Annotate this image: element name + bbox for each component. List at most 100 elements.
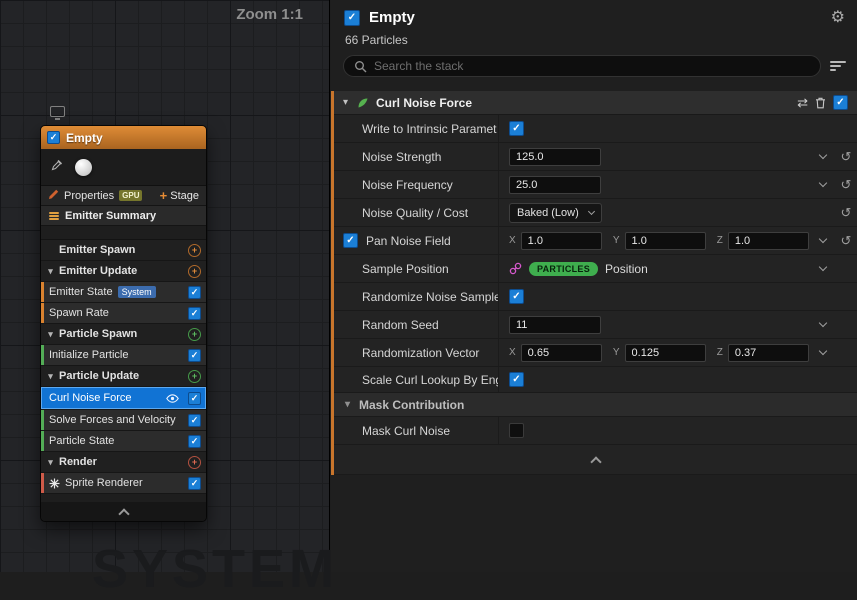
module-enabled-checkbox[interactable]: ✓ [188,286,201,299]
module-row-sprite-renderer[interactable]: Sprite Renderer ✓ [41,473,206,494]
module-enabled-checkbox[interactable]: ✓ [188,349,201,362]
pencil-icon [48,189,59,203]
monitor-icon [50,106,65,117]
module-row-spawn-rate[interactable]: Spawn Rate ✓ [41,303,206,324]
add-module-button[interactable]: + [188,328,201,341]
check-icon: ✓ [191,479,199,488]
search-box[interactable] [343,55,821,77]
chevron-down-icon[interactable]: ▾ [341,98,350,108]
add-module-button[interactable]: + [188,244,201,257]
stack-group-emitter-update[interactable]: ▾ Emitter Update + [41,261,206,282]
chevron-down-icon[interactable]: ▾ [46,372,55,381]
stack-group-render[interactable]: ▾ Render + [41,452,206,473]
value-options-dropdown[interactable] [811,351,835,354]
niagara-graph-canvas[interactable]: Zoom 1:1 SYSTEM ✓ Empty Properties GPU +… [0,0,330,572]
pan-noise-field-checkbox[interactable]: ✓ [343,233,358,248]
noise-frequency-input[interactable] [509,176,601,194]
emitter-enabled-checkbox[interactable]: ✓ [344,10,360,26]
value-options-dropdown[interactable] [811,183,835,186]
module-enabled-checkbox[interactable]: ✓ [188,414,201,427]
stage-button-label: Stage [170,190,199,202]
value-options-dropdown[interactable] [811,155,835,158]
shuffle-icon[interactable]: ⇄ [797,96,808,109]
randomization-y-input[interactable] [625,344,706,362]
renderer-thumbnail[interactable] [75,159,92,176]
write-intrinsic-checkbox[interactable]: ✓ [509,121,524,136]
visibility-eye-icon[interactable] [166,394,179,403]
search-input[interactable] [374,59,810,73]
check-icon: ✓ [191,288,199,297]
particle-count-label: 66 Particles [331,26,857,51]
randomize-noise-checkbox[interactable]: ✓ [509,289,524,304]
trash-icon[interactable] [815,97,826,109]
module-enabled-checkbox[interactable]: ✓ [188,435,201,448]
dropdown-value: Baked (Low) [517,207,579,219]
value-options-dropdown[interactable] [811,239,835,242]
module-row-curl-noise-force[interactable]: Curl Noise Force ✓ [41,387,206,410]
add-stage-button[interactable]: + Stage [160,189,199,202]
randomization-x-input[interactable] [521,344,602,362]
selection-panel: ✓ Empty ⚙ 66 Particles ▾ Curl Noise Forc… [331,0,857,572]
chevron-down-icon[interactable]: ▾ [46,458,55,467]
check-icon: ✓ [191,309,199,318]
reset-to-default-button[interactable]: ↺ [835,150,857,163]
linked-attribute-name[interactable]: Position [605,262,648,276]
plus-icon: + [192,458,197,467]
stack-group-particle-spawn[interactable]: ▾ Particle Spawn + [41,324,206,345]
module-row-particle-state[interactable]: Particle State ✓ [41,431,206,452]
emitter-summary-row[interactable]: Emitter Summary [41,206,206,226]
value-options-dropdown[interactable] [811,323,835,326]
randomization-z-input[interactable] [728,344,809,362]
scale-curl-checkbox[interactable]: ✓ [509,372,524,387]
module-header-curl-noise-force[interactable]: ▾ Curl Noise Force ⇄ ✓ [334,91,857,115]
gpu-badge: GPU [119,190,142,201]
pan-z-input[interactable] [728,232,809,250]
emitter-node-header[interactable]: ✓ Empty [41,126,206,149]
value-options-dropdown[interactable] [811,267,835,270]
chevron-down-icon[interactable]: ▾ [46,267,55,276]
module-enabled-checkbox[interactable]: ✓ [188,392,201,405]
node-collapse-bar[interactable] [41,502,206,521]
property-row-noise-frequency: Noise Frequency ↺ [334,171,857,199]
module-enabled-checkbox[interactable]: ✓ [188,477,201,490]
emitter-enabled-checkbox[interactable]: ✓ [47,131,60,144]
chevron-down-icon [588,207,595,214]
collapse-chevron-icon [118,508,129,519]
noise-quality-dropdown[interactable]: Baked (Low) [509,203,602,223]
module-enabled-checkbox[interactable]: ✓ [188,307,201,320]
check-icon: ✓ [512,292,520,302]
chevron-down-icon[interactable]: ▾ [46,330,55,339]
emitter-properties-row[interactable]: Properties GPU + Stage [41,186,206,206]
gear-icon[interactable]: ⚙ [831,10,845,26]
mask-curl-noise-checkbox[interactable] [509,423,524,438]
property-row-sample-position: Sample Position PARTICLES Position [334,255,857,283]
add-renderer-button[interactable]: + [188,456,201,469]
emitter-node[interactable]: ✓ Empty Properties GPU + Stage Emitter S… [40,125,207,522]
section-header-mask-contribution[interactable]: ▾ Mask Contribution [334,393,857,417]
check-icon: ✓ [191,437,199,446]
module-row-emitter-state[interactable]: Emitter State System ✓ [41,282,206,303]
reset-to-default-button[interactable]: ↺ [835,178,857,191]
module-enabled-checkbox[interactable]: ✓ [833,95,848,110]
stage-accent [41,282,44,302]
system-badge: System [118,286,156,298]
module-row-solve-forces[interactable]: Solve Forces and Velocity ✓ [41,410,206,431]
particles-namespace-badge[interactable]: PARTICLES [529,262,598,276]
reset-to-default-button[interactable]: ↺ [835,234,857,247]
filter-icon[interactable] [830,61,847,71]
stage-label: Particle Spawn [59,328,137,340]
reset-to-default-button[interactable]: ↺ [835,206,857,219]
noise-strength-input[interactable] [509,148,601,166]
stack-collapse-bar[interactable] [334,445,857,475]
stack-group-particle-update[interactable]: ▾ Particle Update + [41,366,206,387]
stack-group-emitter-spawn[interactable]: Emitter Spawn + [41,240,206,261]
module-row-initialize-particle[interactable]: Initialize Particle ✓ [41,345,206,366]
pan-y-input[interactable] [625,232,706,250]
random-seed-input[interactable] [509,316,601,334]
stage-label: Emitter Update [59,265,137,277]
module-label: Sprite Renderer [65,477,143,489]
pan-x-input[interactable] [521,232,602,250]
properties-label: Properties [64,190,114,202]
add-module-button[interactable]: + [188,370,201,383]
add-module-button[interactable]: + [188,265,201,278]
